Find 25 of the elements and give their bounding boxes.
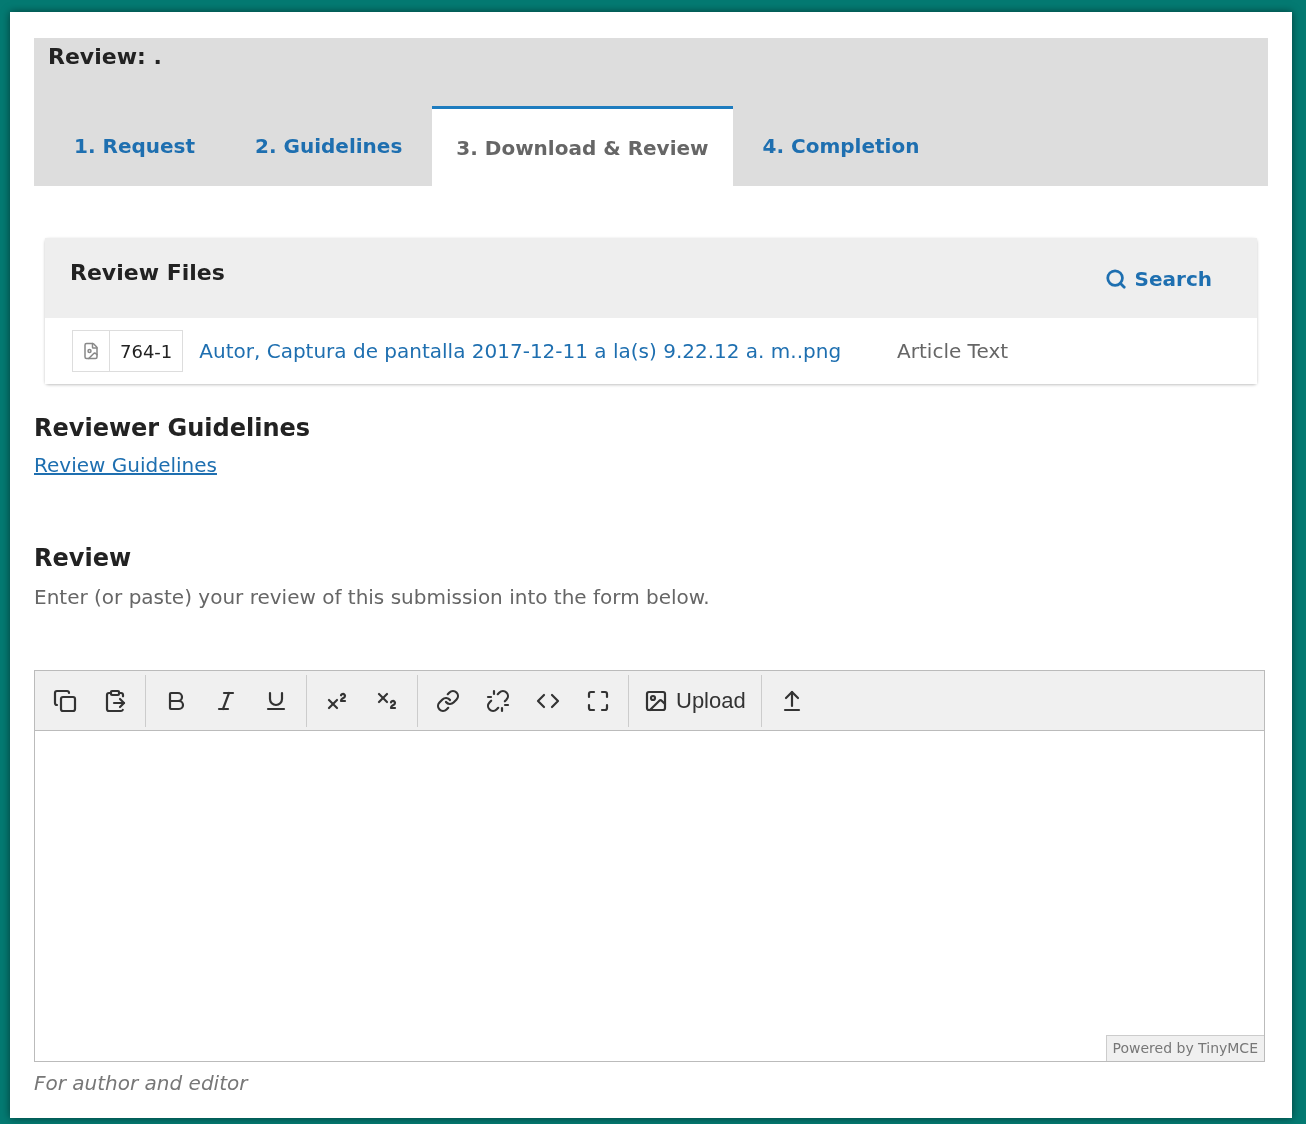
editor-branding: Powered by TinyMCE <box>1105 1035 1264 1061</box>
copy-icon <box>53 688 77 713</box>
image-file-icon <box>82 342 100 360</box>
upload-button[interactable]: Upload <box>634 678 756 723</box>
paste-icon <box>103 688 127 713</box>
file-type: Article Text <box>897 338 1009 365</box>
unlink-icon <box>486 688 510 713</box>
section-description: Enter (or paste) your review of this submission into the form below. <box>34 584 711 611</box>
search-button[interactable]: Search <box>1104 264 1212 294</box>
search-icon <box>1104 268 1127 290</box>
tab[interactable]: 2. Guidelines <box>225 106 433 186</box>
tab[interactable]: 1. Request <box>44 106 226 186</box>
section-title: Review Files <box>70 259 225 287</box>
image-icon <box>644 688 668 713</box>
tab[interactable]: 4. Completion <box>732 106 950 186</box>
link-icon <box>436 688 460 713</box>
tab[interactable]: 3. Download & Review <box>432 106 733 186</box>
page-title: Review: . <box>47 43 163 71</box>
fullscreen-icon <box>586 688 610 713</box>
guidelines-link[interactable]: Review Guidelines <box>34 450 217 480</box>
section-title: Review <box>34 543 133 574</box>
section-title: Reviewer Guidelines <box>34 413 312 444</box>
file-id: 764-1 <box>119 339 174 364</box>
field-note: For author and editor <box>34 1070 250 1097</box>
file-link[interactable]: Autor, Captura de pantalla 2017-12-11 a la(s) 9.22.12 a. m..png <box>199 336 842 366</box>
